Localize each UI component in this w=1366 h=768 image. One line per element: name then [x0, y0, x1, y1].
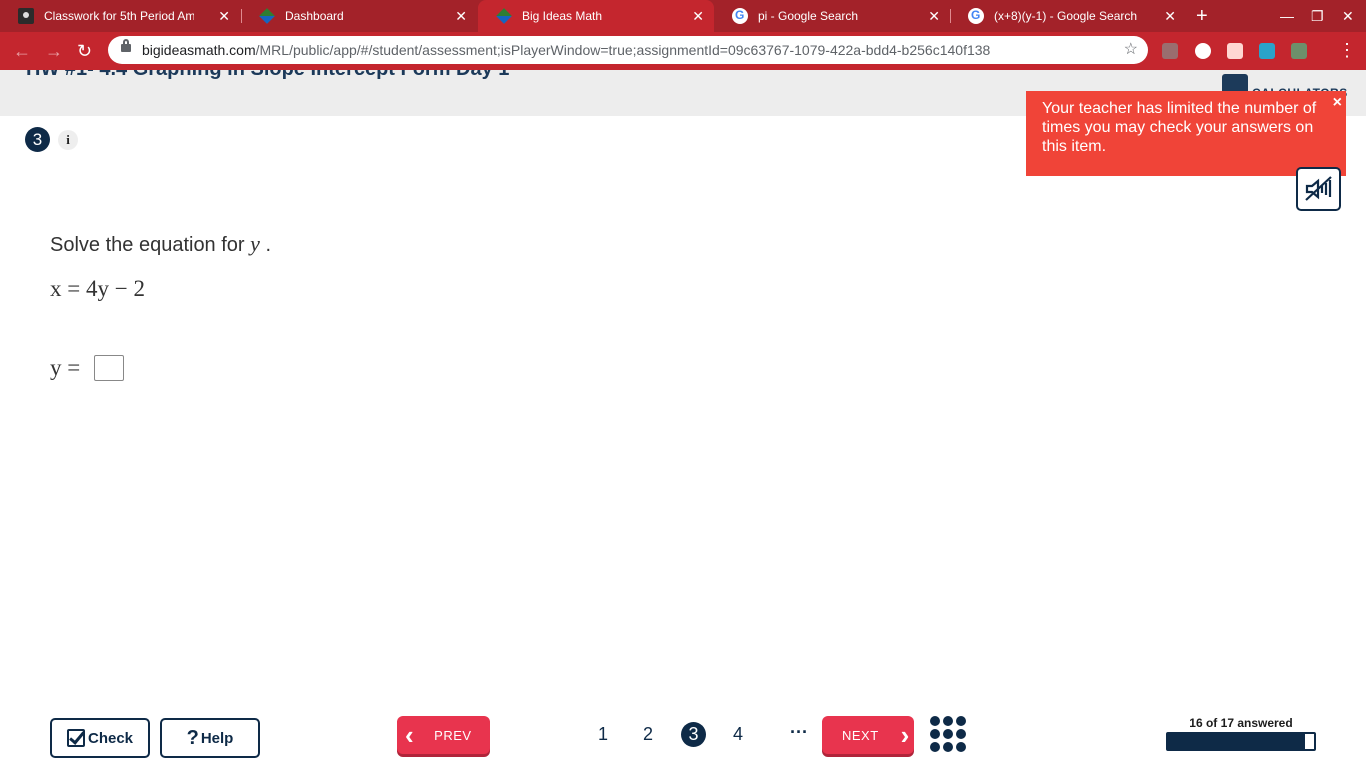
url-host: bigideasmath.com [142, 42, 256, 58]
check-limit-notice: Your teacher has limited the number of t… [1026, 91, 1346, 176]
checkbox-icon [66, 729, 85, 747]
tab-classwork[interactable]: Classwork for 5th Period American ✕ [0, 0, 240, 32]
tab-title: (x+8)(y-1) - Google Search [994, 9, 1138, 23]
tab-pi-search[interactable]: pi - Google Search ✕ [714, 0, 950, 32]
page-link-2[interactable]: 2 [636, 722, 660, 746]
help-button[interactable]: ? Help [160, 718, 260, 758]
prompt-text: Solve the equation for [50, 234, 245, 256]
browser-tab-bar: Classwork for 5th Period American ✕ Dash… [0, 0, 1366, 32]
next-button[interactable]: NEXT › [822, 716, 914, 754]
question-mark-icon: ? [186, 726, 199, 749]
answered-progress-bar [1166, 732, 1316, 751]
close-icon[interactable]: ✕ [218, 9, 230, 23]
help-label: Help [200, 729, 234, 747]
page-link-3-current[interactable]: 3 [681, 722, 706, 747]
answer-input[interactable] [94, 355, 124, 381]
extension-leaf-icon[interactable] [1291, 43, 1307, 59]
question-prompt: Solve the equation for y . [50, 231, 271, 257]
forward-arrow-icon[interactable]: → [45, 41, 63, 61]
tab-title: pi - Google Search [758, 9, 859, 23]
question-number-badge: 3 [25, 127, 50, 152]
prompt-variable: y [250, 231, 260, 256]
prompt-period: . [265, 234, 272, 256]
address-bar[interactable]: bigideasmath.com/MRL/public/app/#/studen… [108, 36, 1148, 64]
close-icon[interactable]: ✕ [455, 9, 467, 23]
classroom-icon [18, 8, 34, 24]
close-icon[interactable]: × [1333, 95, 1342, 111]
tab-big-ideas-math[interactable]: Big Ideas Math ✕ [478, 0, 714, 32]
page-link-1[interactable]: 1 [591, 722, 615, 746]
reload-icon[interactable]: ↻ [77, 41, 92, 61]
check-label: Check [87, 729, 134, 747]
progress-fill [1168, 734, 1306, 749]
audio-mute-button[interactable] [1296, 167, 1341, 211]
extension-hand-icon[interactable] [1195, 43, 1211, 59]
bookmark-star-icon[interactable]: ☆ [1124, 36, 1138, 64]
extension-pen-icon[interactable] [1162, 43, 1178, 59]
info-icon[interactable]: i [58, 130, 78, 150]
prev-button[interactable]: ‹ PREV [397, 716, 490, 754]
next-label: NEXT [842, 727, 879, 743]
new-tab-plus-icon[interactable]: + [1196, 6, 1208, 26]
window-close-icon[interactable]: ✕ [1342, 6, 1354, 26]
answered-count: 16 of 17 answered [1189, 716, 1293, 730]
chevron-left-icon: ‹ [405, 720, 415, 750]
check-button[interactable]: Check [50, 718, 150, 758]
close-icon[interactable]: ✕ [1164, 9, 1176, 23]
tab-title: Dashboard [285, 9, 344, 23]
lock-icon [121, 39, 131, 52]
minimize-icon[interactable]: — [1280, 6, 1294, 26]
extension-globe-icon[interactable] [1259, 43, 1275, 59]
browser-menu-icon[interactable]: ⋮ [1338, 40, 1356, 60]
more-pages[interactable]: ··· [790, 722, 808, 742]
tab-factor-search[interactable]: (x+8)(y-1) - Google Search ✕ [950, 0, 1186, 32]
answer-label: y = [50, 355, 81, 380]
assignment-title: HW #1- 4.4 Graphing in Slope Intercept F… [26, 70, 509, 81]
restore-icon[interactable]: ❐ [1311, 6, 1324, 26]
url-path: /MRL/public/app/#/student/assessment;isP… [255, 42, 991, 58]
close-icon[interactable]: ✕ [692, 9, 704, 23]
big-ideas-gem-icon [496, 8, 512, 24]
close-icon[interactable]: ✕ [928, 9, 940, 23]
browser-toolbar: ← → ↻ bigideasmath.com/MRL/public/app/#/… [0, 32, 1366, 70]
given-equation: x = 4y − 2 [50, 276, 145, 301]
prev-label: PREV [434, 727, 472, 743]
notice-message: Your teacher has limited the number of t… [1042, 100, 1317, 155]
google-icon [732, 8, 748, 24]
google-icon [968, 8, 984, 24]
tab-dashboard[interactable]: Dashboard ✕ [241, 0, 477, 32]
page-link-4[interactable]: 4 [726, 722, 750, 746]
big-ideas-gem-icon [259, 8, 275, 24]
question-grid-icon[interactable] [930, 716, 966, 752]
tab-title: Big Ideas Math [522, 9, 603, 23]
extension-arrow-icon[interactable] [1227, 43, 1243, 59]
back-arrow-icon[interactable]: ← [13, 41, 31, 61]
chevron-right-icon: › [900, 720, 910, 750]
speaker-muted-icon [1305, 176, 1332, 201]
tab-title: Classwork for 5th Period American [44, 9, 194, 23]
